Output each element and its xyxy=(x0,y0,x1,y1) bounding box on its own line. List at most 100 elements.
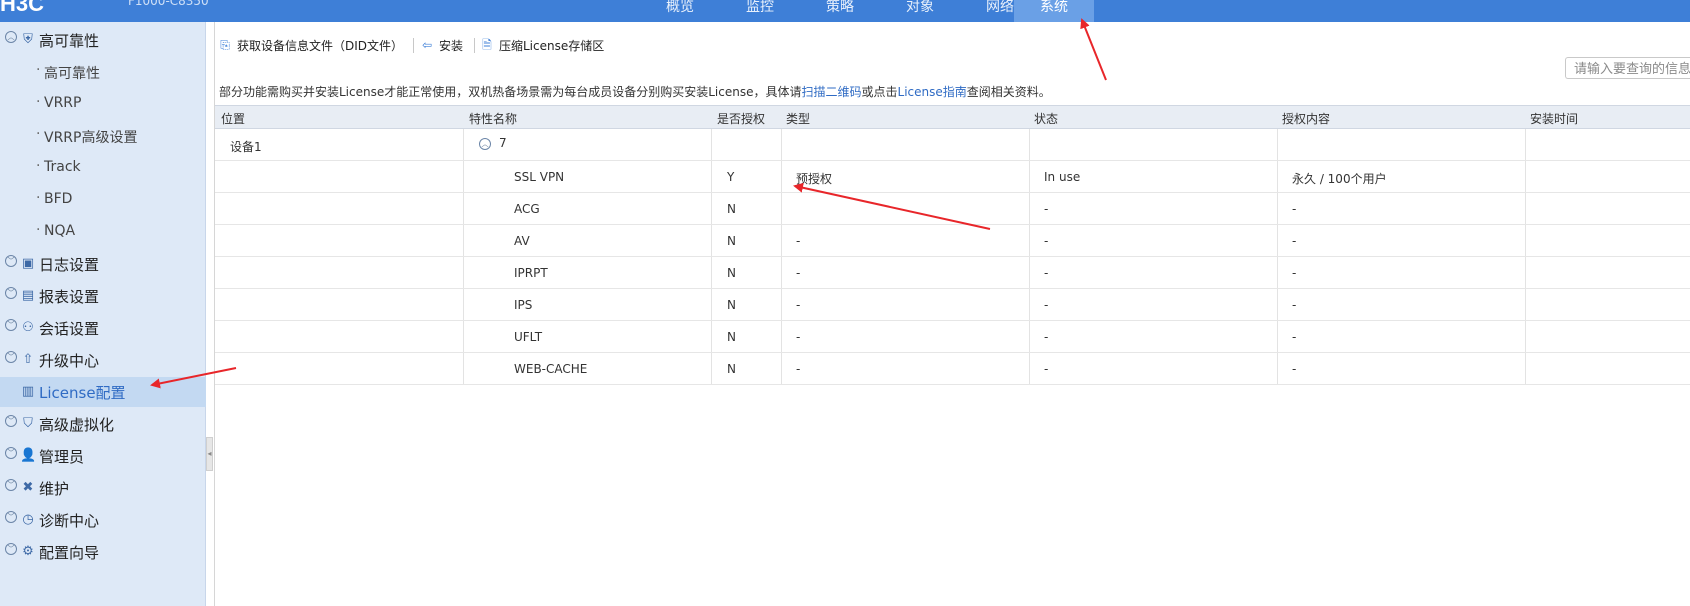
feature-name: WEB-CACHE xyxy=(514,362,588,376)
feature-name: AV xyxy=(514,234,530,248)
get-did-file-button[interactable]: ⎘ 获取设备信息文件（DID文件） xyxy=(217,36,403,54)
feature-name: UFLT xyxy=(514,330,543,344)
table-row[interactable]: AV N - - - xyxy=(215,225,1690,257)
sidebar-group-high-availability[interactable]: ︿ ⛨ 高可靠性 xyxy=(0,25,206,55)
license-content: - xyxy=(1292,202,1297,216)
log-settings-icon: ▣ xyxy=(21,256,35,271)
authorized-flag: N xyxy=(727,266,736,280)
license-content: - xyxy=(1292,362,1297,376)
table-row[interactable]: UFLT N - - - xyxy=(215,321,1690,353)
app-window: H3C F1000-C8350 概览 监控 策略 对象 网络 系统 ︿ ⛨ 高可… xyxy=(0,0,1690,606)
sidebar-item-upgrade-center[interactable]: ﹀ ⇧ 升级中心 xyxy=(0,345,206,375)
expand-chevron-icon[interactable]: ﹀ xyxy=(5,319,17,331)
install-button[interactable]: ⇦ 安装 xyxy=(419,36,463,54)
expand-chevron-icon[interactable]: ﹀ xyxy=(5,511,17,523)
sidebar-item-license-config[interactable]: ▥ License配置 xyxy=(0,377,206,407)
sidebar-item-report-settings[interactable]: ﹀ ▤ 报表设置 xyxy=(0,281,206,311)
expand-chevron-icon[interactable]: ﹀ xyxy=(5,447,17,459)
license-type: - xyxy=(796,330,801,344)
sidebar-item-diagnosis-center[interactable]: ﹀ ◷ 诊断中心 xyxy=(0,505,206,535)
tab-policy[interactable]: 策略 xyxy=(800,0,880,22)
authorized-flag: N xyxy=(727,234,736,248)
sidebar-sub-nqa[interactable]: · NQA xyxy=(0,217,206,247)
authorized-flag: N xyxy=(727,362,736,376)
sidebar-item-label: 维护 xyxy=(39,480,70,498)
sidebar-item-label: 管理员 xyxy=(39,448,85,466)
license-status: - xyxy=(1044,362,1049,376)
device-name: 设备1 xyxy=(230,140,262,154)
license-icon: ▥ xyxy=(21,384,35,399)
expand-chevron-icon[interactable]: ﹀ xyxy=(5,415,17,427)
collapse-chevron-icon[interactable]: ︿ xyxy=(479,137,491,150)
column-header-status[interactable]: 状态 xyxy=(1034,110,1058,127)
expand-chevron-icon[interactable]: ﹀ xyxy=(5,255,17,267)
button-label: 安装 xyxy=(439,38,464,53)
sidebar-item-advanced-virtualization[interactable]: ﹀ ⛉ 高级虚拟化 xyxy=(0,409,206,439)
table-row[interactable]: SSL VPN Y 预授权 In use 永久 / 100个用户 xyxy=(215,161,1690,193)
license-type: - xyxy=(796,234,801,248)
sidebar: ︿ ⛨ 高可靠性 · 高可靠性 · VRRP · VRRP高级设置 · Trac… xyxy=(0,22,206,606)
license-content: - xyxy=(1292,266,1297,280)
bullet-dot-icon: · xyxy=(36,126,41,142)
column-header-install-time[interactable]: 安装时间 xyxy=(1530,110,1578,127)
bullet-dot-icon: · xyxy=(36,62,41,78)
authorized-flag: Y xyxy=(727,170,735,184)
column-header-type[interactable]: 类型 xyxy=(786,110,810,127)
sidebar-item-label: 报表设置 xyxy=(39,288,100,306)
column-header-content[interactable]: 授权内容 xyxy=(1282,110,1330,127)
license-guide-link[interactable]: License指南 xyxy=(898,85,967,99)
tab-overview[interactable]: 概览 xyxy=(640,0,720,22)
table-group-row[interactable]: 设备1 ︿ 7 xyxy=(215,129,1690,161)
sidebar-item-label: 日志设置 xyxy=(39,256,100,274)
bullet-dot-icon: · xyxy=(36,222,41,238)
table-row[interactable]: WEB-CACHE N - - - xyxy=(215,353,1690,385)
sidebar-item-log-settings[interactable]: ﹀ ▣ 日志设置 xyxy=(0,249,206,279)
admin-user-icon: 👤 xyxy=(20,448,37,463)
search-input[interactable] xyxy=(1565,57,1690,79)
table-row[interactable]: IPRPT N - - - xyxy=(215,257,1690,289)
group-count: ︿ 7 xyxy=(479,136,507,150)
expand-chevron-icon[interactable]: ﹀ xyxy=(5,479,17,491)
license-status: - xyxy=(1044,234,1049,248)
feature-name: SSL VPN xyxy=(514,170,565,184)
sidebar-item-label: 会话设置 xyxy=(39,320,100,338)
toolbar-divider xyxy=(474,38,475,53)
sidebar-collapse-handle[interactable]: ◂ xyxy=(206,437,213,471)
tab-monitor[interactable]: 监控 xyxy=(720,0,800,22)
expand-chevron-icon[interactable]: ﹀ xyxy=(5,351,17,363)
sidebar-item-maintenance[interactable]: ﹀ ✖ 维护 xyxy=(0,473,206,503)
license-content: - xyxy=(1292,330,1297,344)
license-type: - xyxy=(796,266,801,280)
notice-text: 或点击 xyxy=(861,85,898,99)
sidebar-sub-vrrp[interactable]: · VRRP xyxy=(0,89,206,119)
compress-storage-icon: 🗎 xyxy=(482,38,492,52)
sidebar-sub-vrrp-advanced[interactable]: · VRRP高级设置 xyxy=(0,121,206,151)
expand-chevron-icon[interactable]: ﹀ xyxy=(5,543,17,555)
column-header-location[interactable]: 位置 xyxy=(221,110,245,127)
column-header-authorized[interactable]: 是否授权 xyxy=(717,110,765,127)
upgrade-icon: ⇧ xyxy=(22,352,34,367)
report-settings-icon: ▤ xyxy=(21,288,35,303)
sidebar-sub-high-availability[interactable]: · 高可靠性 xyxy=(0,57,206,87)
sidebar-item-session-settings[interactable]: ﹀ ⚇ 会话设置 xyxy=(0,313,206,343)
feature-name: IPRPT xyxy=(514,266,548,280)
table-row[interactable]: IPS N - - - xyxy=(215,289,1690,321)
compress-license-storage-button[interactable]: 🗎 压缩License存储区 xyxy=(479,36,604,54)
authorized-flag: N xyxy=(727,330,736,344)
scan-qr-code-link[interactable]: 扫描二维码 xyxy=(801,85,861,99)
tab-system[interactable]: 系统 xyxy=(1014,0,1094,22)
wizard-gear-icon: ⚙ xyxy=(22,544,34,559)
license-status: - xyxy=(1044,266,1049,280)
tab-objects[interactable]: 对象 xyxy=(880,0,960,22)
collapse-chevron-icon[interactable]: ︿ xyxy=(5,31,17,43)
sidebar-sub-bfd[interactable]: · BFD xyxy=(0,185,206,215)
sidebar-item-config-wizard[interactable]: ﹀ ⚙ 配置向导 xyxy=(0,537,206,567)
toolbar: ⎘ 获取设备信息文件（DID文件） ⇦ 安装 🗎 压缩License存储区 xyxy=(215,32,1690,56)
sidebar-item-administrator[interactable]: ﹀ 👤 管理员 xyxy=(0,441,206,471)
main-content: ⎘ 获取设备信息文件（DID文件） ⇦ 安装 🗎 压缩License存储区 部分… xyxy=(214,22,1690,606)
expand-chevron-icon[interactable]: ﹀ xyxy=(5,287,17,299)
sidebar-sub-track[interactable]: · Track xyxy=(0,153,206,183)
table-row[interactable]: ACG N - - xyxy=(215,193,1690,225)
column-header-feature[interactable]: 特性名称 xyxy=(469,110,517,127)
button-label: 压缩License存储区 xyxy=(499,38,605,53)
